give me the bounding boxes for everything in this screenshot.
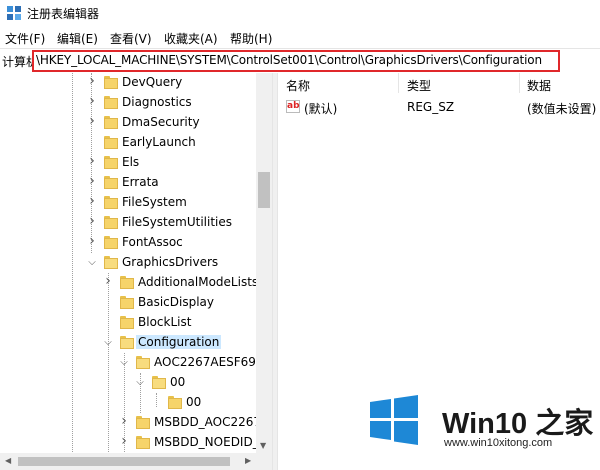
scroll-right-arrow-icon[interactable]: ▶ <box>245 456 251 465</box>
folder-icon <box>120 336 134 349</box>
folder-icon <box>120 296 134 309</box>
folder-icon <box>120 276 134 289</box>
tree-node-label: Errata <box>122 175 159 189</box>
tree-guide-line <box>108 273 109 470</box>
tree-node-label: EarlyLaunch <box>122 135 196 149</box>
folder-icon <box>104 196 118 209</box>
folder-icon <box>136 416 150 429</box>
watermark-brand: Win10 之家 <box>442 408 594 440</box>
folder-icon <box>104 156 118 169</box>
title-bar: 注册表编辑器 <box>0 0 600 26</box>
menu-help[interactable]: 帮助(H) <box>230 30 272 47</box>
folder-icon <box>104 116 118 129</box>
watermark: Win10 之家 www.win10xitong.com <box>360 388 600 470</box>
value-data: (数值未设置) <box>527 102 597 116</box>
folder-icon <box>104 256 118 269</box>
tree-node-label: MSBDD_NOEDID_ <box>154 435 259 449</box>
registry-tree: › DevQuery › Diagnostics › DmaSecurity EarlyLa… <box>0 73 272 470</box>
address-bar: 计算机 \HKEY_LOCAL_MACHINE\SYSTEM\ControlSe… <box>0 48 600 74</box>
tree-node-label: BasicDisplay <box>138 295 215 309</box>
tree-node-label: 00 <box>186 395 202 409</box>
column-header-name[interactable]: 名称 <box>286 77 310 94</box>
registry-editor-icon <box>7 6 21 20</box>
scroll-down-arrow-icon[interactable]: ▼ <box>260 441 266 450</box>
tree-node-label: Diagnostics <box>122 95 192 109</box>
tree-node-label: AdditionalModeLists <box>138 275 259 289</box>
folder-icon <box>104 236 118 249</box>
tree-node-label: Configuration <box>136 335 222 349</box>
tree-node-label: BlockList <box>138 315 192 329</box>
chevron-right-icon[interactable]: › <box>86 114 98 128</box>
folder-icon <box>152 376 166 389</box>
folder-icon <box>104 136 118 149</box>
tree-node-label: MSBDD_AOC2267 <box>154 415 262 429</box>
chevron-right-icon[interactable]: › <box>102 274 114 288</box>
chevron-right-icon[interactable]: › <box>118 414 130 428</box>
tree-vertical-scrollbar[interactable] <box>256 73 272 453</box>
chevron-right-icon[interactable]: › <box>86 94 98 108</box>
tree-node-label: FileSystemUtilities <box>122 215 232 229</box>
folder-icon <box>104 96 118 109</box>
tree-horizontal-scroll-thumb[interactable] <box>18 457 230 466</box>
tree-node-label: 00 <box>170 375 186 389</box>
tree-node-label: AOC2267AESF69A <box>154 355 265 369</box>
folder-icon <box>136 356 150 369</box>
windows-logo-icon <box>370 395 418 445</box>
column-header-data[interactable]: 数据 <box>527 77 551 94</box>
chevron-right-icon[interactable]: › <box>86 174 98 188</box>
address-path: \HKEY_LOCAL_MACHINE\SYSTEM\ControlSet001… <box>36 53 542 67</box>
column-separator[interactable] <box>519 73 520 93</box>
chevron-right-icon[interactable]: › <box>86 214 98 228</box>
tree-node-label: DevQuery <box>122 75 183 89</box>
value-type: REG_SZ <box>407 100 455 114</box>
folder-icon <box>168 396 182 409</box>
tree-node-label: FileSystem <box>122 195 187 209</box>
menu-favorites[interactable]: 收藏夹(A) <box>164 30 218 47</box>
window-title: 注册表编辑器 <box>27 7 100 21</box>
tree-node-label: FontAssoc <box>122 235 183 249</box>
tree-guide-line <box>156 393 157 407</box>
chevron-down-icon[interactable]: ⌵ <box>134 376 146 390</box>
menu-edit[interactable]: 编辑(E) <box>57 30 98 47</box>
tree-guide-line <box>72 73 73 470</box>
chevron-right-icon[interactable]: › <box>86 234 98 248</box>
tree-node-label: DmaSecurity <box>122 115 200 129</box>
folder-icon <box>104 176 118 189</box>
folder-icon <box>104 76 118 89</box>
watermark-url: www.win10xitong.com <box>444 437 553 449</box>
address-input[interactable]: \HKEY_LOCAL_MACHINE\SYSTEM\ControlSet001… <box>32 50 560 72</box>
chevron-down-icon[interactable]: ⌵ <box>118 356 130 370</box>
chevron-right-icon[interactable]: › <box>118 434 130 448</box>
chevron-down-icon[interactable]: ⌵ <box>102 336 114 350</box>
column-separator[interactable] <box>398 73 399 93</box>
tree-vertical-scroll-thumb[interactable] <box>258 172 270 208</box>
string-value-icon: ab <box>286 100 300 113</box>
menu-bar: 文件(F) 编辑(E) 查看(V) 收藏夹(A) 帮助(H) <box>0 26 600 48</box>
folder-icon <box>120 316 134 329</box>
chevron-right-icon[interactable]: › <box>86 74 98 88</box>
folder-icon <box>104 216 118 229</box>
menu-file[interactable]: 文件(F) <box>5 30 45 47</box>
chevron-down-icon[interactable]: ⌵ <box>86 256 98 270</box>
chevron-right-icon[interactable]: › <box>86 154 98 168</box>
folder-icon <box>136 436 150 449</box>
menu-view[interactable]: 查看(V) <box>110 30 152 47</box>
tree-node-label: GraphicsDrivers <box>122 255 219 269</box>
value-name: (默认) <box>304 102 338 116</box>
tree-node-label: Els <box>122 155 140 169</box>
column-header-type[interactable]: 类型 <box>407 77 431 94</box>
scroll-left-arrow-icon[interactable]: ◀ <box>5 456 11 465</box>
chevron-right-icon[interactable]: › <box>86 194 98 208</box>
